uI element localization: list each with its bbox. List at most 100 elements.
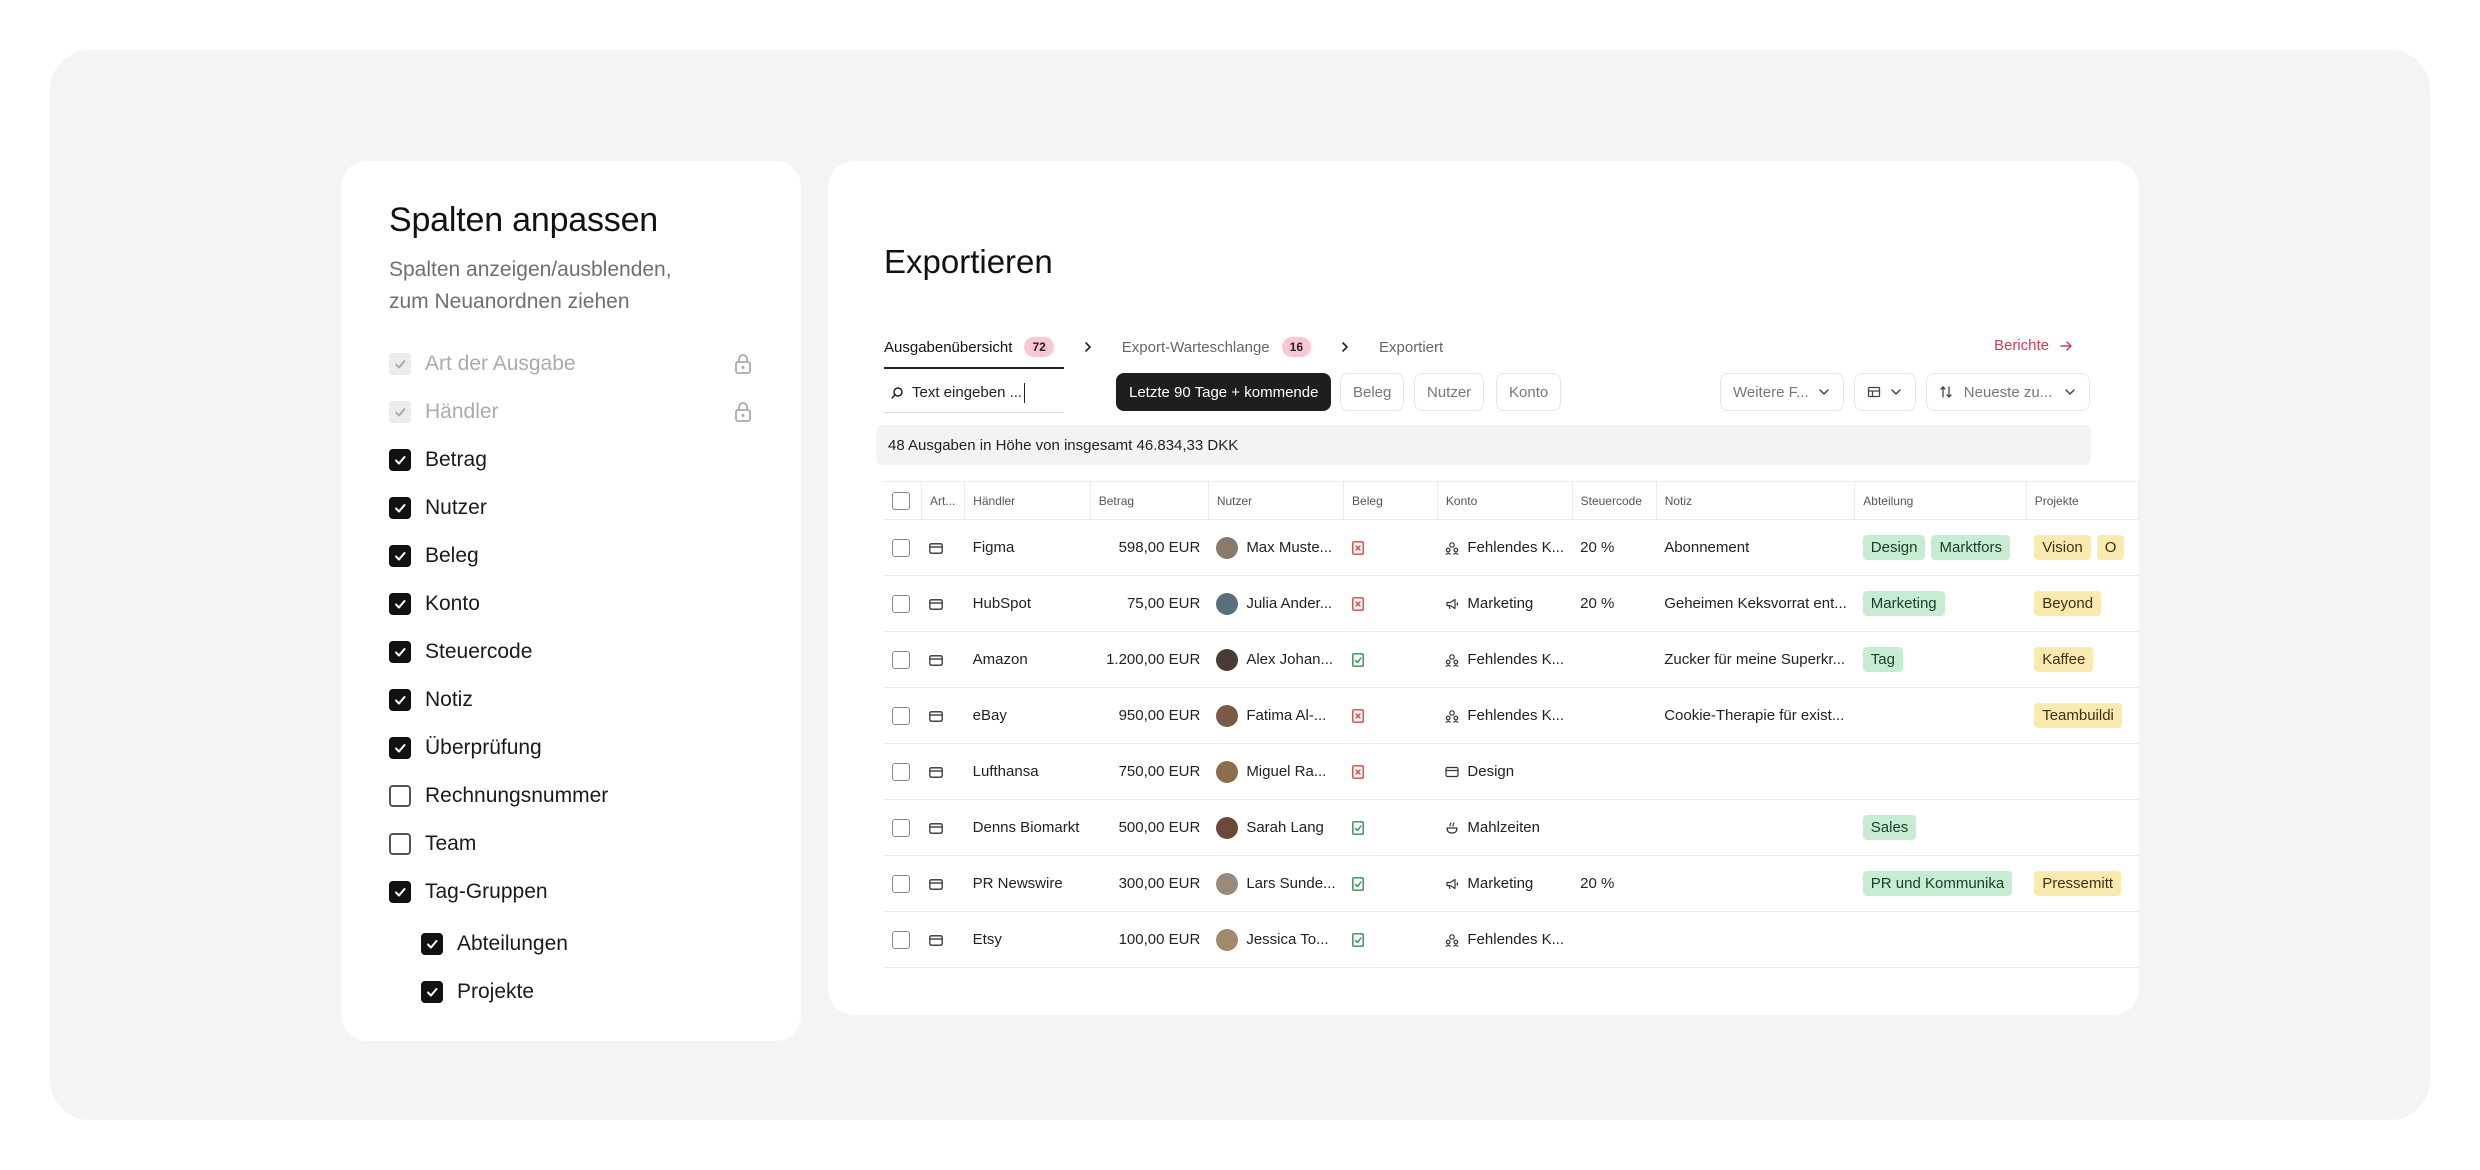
column-option-notiz[interactable]: Notiz	[389, 676, 753, 724]
date-filter-chip[interactable]: Letzte 90 Tage + kommende	[1116, 373, 1332, 411]
tax-code-cell	[1572, 631, 1657, 688]
table-row[interactable]: Lufthansa 750,00 EUR Miguel Ra... Design	[884, 743, 2139, 800]
col-header-projekte[interactable]: Projekte	[2026, 481, 2139, 520]
table-row[interactable]: eBay 950,00 EUR Fatima Al-... Fehlendes K..…	[884, 687, 2139, 744]
department-cell: Marketing	[1854, 575, 2027, 632]
column-option-rechnungsnummer[interactable]: Rechnungsnummer	[389, 772, 753, 820]
table-row[interactable]: Denns Biomarkt 500,00 EUR Sarah Lang Mahlze…	[884, 799, 2139, 856]
column-option-team[interactable]: Team	[389, 820, 753, 868]
sort-dropdown[interactable]: Neueste zu...	[1926, 373, 2090, 411]
column-option-tag-gruppen[interactable]: Tag-Gruppen	[389, 868, 753, 916]
column-checkbox[interactable]	[389, 497, 411, 519]
column-checkbox[interactable]	[421, 981, 443, 1003]
more-filters-dropdown[interactable]: Weitere F...	[1720, 373, 1844, 411]
row-checkbox[interactable]	[892, 650, 910, 669]
receipt-ok-icon[interactable]	[1351, 821, 1364, 835]
column-checkbox[interactable]	[421, 933, 443, 955]
col-header-notiz[interactable]: Notiz	[1656, 481, 1856, 520]
column-option-konto[interactable]: Konto	[389, 580, 753, 628]
row-checkbox[interactable]	[892, 874, 910, 893]
tag-chip[interactable]: Design	[1862, 535, 1926, 560]
column-checkbox[interactable]	[389, 881, 411, 903]
column-checkbox[interactable]	[389, 449, 411, 471]
tag-chip[interactable]: O	[2096, 535, 2125, 560]
receipt-ok-icon[interactable]	[1351, 933, 1364, 947]
row-checkbox[interactable]	[892, 762, 910, 781]
amount-cell: 300,00 EUR	[1090, 855, 1209, 912]
tab-ausgabenuebersicht[interactable]: Ausgabenübersicht 72	[884, 329, 1064, 369]
tag-chip[interactable]: Marktfors	[1931, 535, 2010, 560]
col-header-beleg[interactable]: Beleg	[1343, 481, 1438, 520]
tag-chip[interactable]: Pressemitt	[2034, 871, 2122, 896]
search-input[interactable]: Text eingeben ...	[884, 373, 1064, 413]
receipt-missing-icon[interactable]	[1351, 597, 1364, 611]
row-checkbox[interactable]	[892, 538, 910, 557]
receipt-missing-icon[interactable]	[1351, 709, 1364, 723]
tag-chip[interactable]: Vision	[2034, 535, 2091, 560]
beleg-filter-chip[interactable]: Beleg	[1340, 373, 1405, 411]
receipt-ok-icon[interactable]	[1351, 653, 1364, 667]
column-option-betrag[interactable]: Betrag	[389, 436, 753, 484]
row-select-cell[interactable]	[884, 799, 922, 856]
column-option-ueberpruefung[interactable]: Überprüfung	[389, 724, 753, 772]
row-checkbox[interactable]	[892, 930, 910, 949]
column-checkbox[interactable]	[389, 641, 411, 663]
table-row[interactable]: Amazon 1.200,00 EUR Alex Johan... Fehlendes…	[884, 631, 2139, 688]
tag-chip[interactable]: Tag	[1862, 647, 1903, 672]
food-icon	[1446, 822, 1458, 834]
tag-chip[interactable]: PR und Kommunika	[1862, 871, 2013, 896]
tag-chip[interactable]: Kaffee	[2034, 647, 2094, 672]
table-row[interactable]: PR Newswire 300,00 EUR Lars Sunde... Market…	[884, 855, 2139, 912]
tag-chip[interactable]: Marketing	[1862, 591, 1945, 616]
table-row[interactable]: HubSpot 75,00 EUR Julia Ander... Marketing 2…	[884, 575, 2139, 632]
column-option-steuercode[interactable]: Steuercode	[389, 628, 753, 676]
view-options-dropdown[interactable]	[1854, 373, 1916, 411]
select-all-cell[interactable]	[884, 481, 922, 520]
tab-exportiert[interactable]: Exportiert	[1379, 329, 1443, 365]
row-checkbox[interactable]	[892, 706, 910, 725]
column-option-abteilungen[interactable]: Abteilungen	[389, 920, 753, 968]
receipt-missing-icon[interactable]	[1351, 541, 1364, 555]
column-checkbox[interactable]	[389, 593, 411, 615]
col-header-nutzer[interactable]: Nutzer	[1208, 481, 1345, 520]
receipt-missing-icon[interactable]	[1351, 765, 1364, 779]
col-header-art[interactable]: Art...	[921, 481, 966, 520]
column-checkbox[interactable]	[389, 737, 411, 759]
column-option-projekte[interactable]: Projekte	[389, 968, 753, 1016]
nutzer-filter-chip[interactable]: Nutzer	[1414, 373, 1485, 411]
column-option-nutzer[interactable]: Nutzer	[389, 484, 753, 532]
expense-type-cell	[921, 799, 965, 856]
tag-chip[interactable]: Beyond	[2034, 591, 2102, 616]
account-name: Mahlzeiten	[1467, 819, 1540, 836]
col-header-betrag[interactable]: Betrag	[1090, 481, 1209, 520]
row-select-cell[interactable]	[884, 911, 922, 968]
konto-filter-chip[interactable]: Konto	[1496, 373, 1562, 411]
select-all-checkbox[interactable]	[892, 491, 910, 510]
row-select-cell[interactable]	[884, 855, 922, 912]
col-header-abteilung[interactable]: Abteilung	[1854, 481, 2027, 520]
column-checkbox[interactable]	[389, 833, 411, 855]
table-row[interactable]: Etsy 100,00 EUR Jessica To... Fehlendes K..…	[884, 911, 2139, 968]
row-select-cell[interactable]	[884, 687, 922, 744]
tab-export-warteschlange[interactable]: Export-Warteschlange 16	[1122, 329, 1311, 365]
col-header-konto[interactable]: Konto	[1437, 481, 1573, 520]
column-checkbox[interactable]	[389, 545, 411, 567]
row-checkbox[interactable]	[892, 594, 910, 613]
column-option-beleg[interactable]: Beleg	[389, 532, 753, 580]
columns-panel: Spalten anpassen Spalten anzeigen/ausble…	[341, 161, 801, 1041]
row-select-cell[interactable]	[884, 631, 922, 688]
reports-link[interactable]: Berichte	[1994, 337, 2073, 354]
receipt-ok-icon[interactable]	[1351, 877, 1364, 891]
tag-chip[interactable]: Sales	[1862, 815, 1917, 840]
column-checkbox[interactable]	[389, 785, 411, 807]
row-select-cell[interactable]	[884, 519, 922, 576]
row-select-cell[interactable]	[884, 575, 922, 632]
note-cell	[1656, 799, 1855, 856]
row-select-cell[interactable]	[884, 743, 922, 800]
column-checkbox[interactable]	[389, 689, 411, 711]
col-header-steuercode[interactable]: Steuercode	[1572, 481, 1657, 520]
tag-chip[interactable]: Teambuildi	[2034, 703, 2122, 728]
row-checkbox[interactable]	[892, 818, 910, 837]
col-header-haendler[interactable]: Händler	[964, 481, 1091, 520]
table-row[interactable]: Figma 598,00 EUR Max Muste... Fehlendes K..…	[884, 519, 2139, 576]
